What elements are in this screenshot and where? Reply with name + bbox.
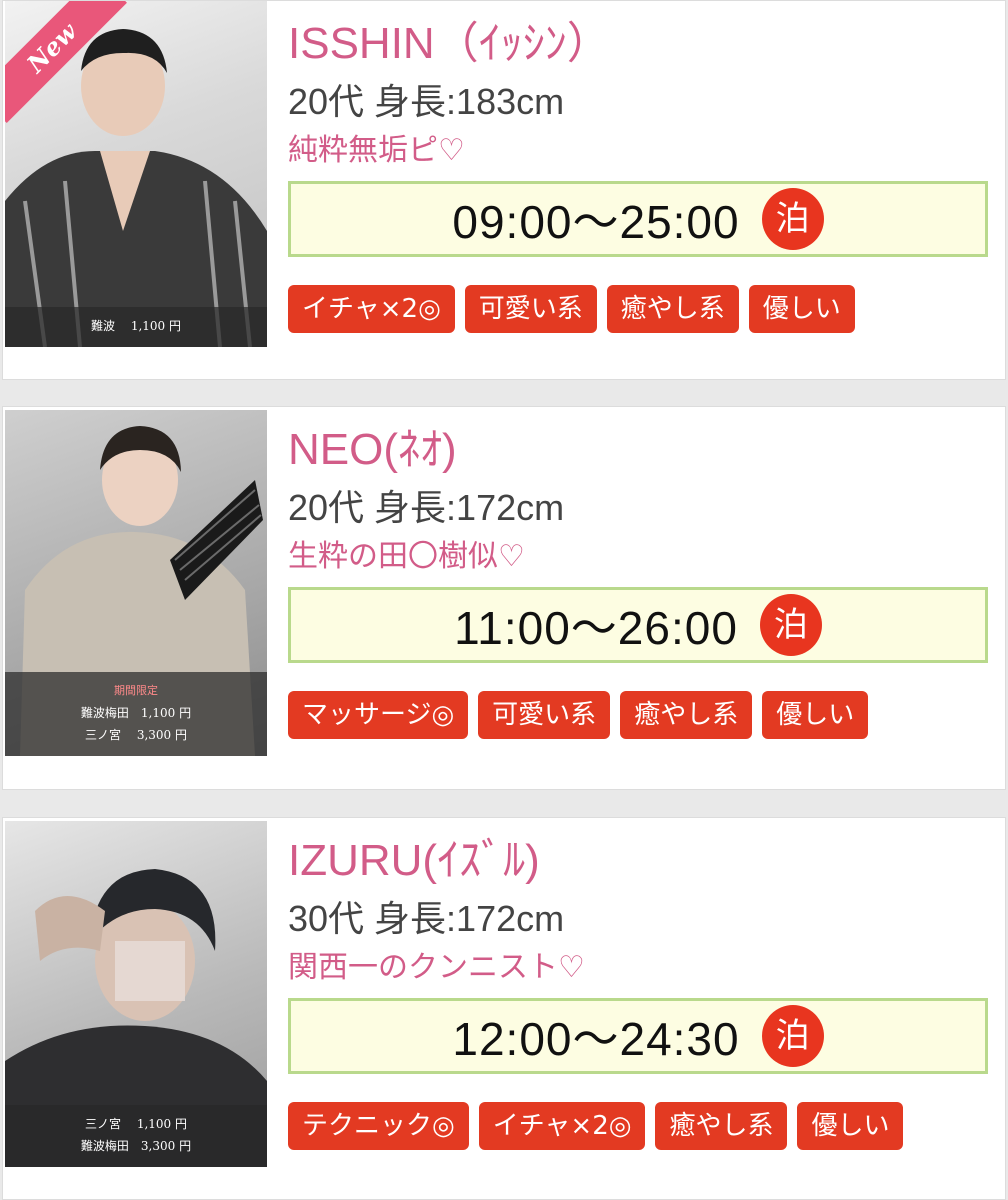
promo-label: 期間限定	[114, 684, 158, 697]
staff-info: ISSHIN（ｲｯｼﾝ） 20代 身長:183cm 純粋無垢ピ♡ 09:00〜2…	[288, 1, 988, 333]
schedule-time: 09:00〜25:00	[452, 196, 740, 248]
staff-name[interactable]: IZURU(ｲｽﾞﾙ)	[288, 832, 987, 890]
tag: マッサージ◎	[288, 691, 469, 739]
overnight-badge: 泊	[761, 1005, 824, 1067]
tag: イチャ×2◎	[288, 285, 455, 333]
tag-list: マッサージ◎ 可愛い系 癒やし系 優しい	[288, 691, 987, 739]
price-line: 難波梅田 3,300 円	[80, 1139, 192, 1153]
staff-stats: 30代 身長:172cm	[288, 898, 565, 939]
price-line: 三ノ宮 3,300 円	[85, 728, 187, 742]
tag: 優しい	[797, 1102, 904, 1150]
staff-card[interactable]: 期間限定 難波梅田 1,100 円 三ノ宮 3,300 円 NEO(ﾈｵ) 20…	[2, 406, 1006, 790]
overnight-badge: 泊	[759, 594, 822, 656]
staff-catchphrase: 純粋無垢ピ♡	[288, 133, 465, 168]
staff-photo[interactable]: New 難波 1,100 円	[5, 1, 267, 347]
price-overlay: 三ノ宮 1,100 円 難波梅田 3,300 円	[5, 1105, 267, 1167]
tag: 優しい	[762, 691, 869, 739]
staff-photo[interactable]: 三ノ宮 1,100 円 難波梅田 3,300 円	[5, 821, 267, 1167]
tag: 癒やし系	[606, 285, 739, 333]
staff-list: New 難波 1,100 円 ISSHIN（ｲｯｼﾝ） 20代 身長:183cm…	[0, 0, 1008, 1200]
schedule-time: 12:00〜24:30	[452, 1013, 740, 1065]
price-overlay: 難波 1,100 円	[5, 307, 267, 347]
tag: 癒やし系	[620, 691, 753, 739]
tag: 優しい	[748, 285, 855, 333]
schedule-box: 09:00〜25:00 泊	[288, 181, 988, 257]
tag: イチャ×2◎	[478, 1102, 646, 1150]
price-line: 難波梅田 1,100 円	[80, 706, 192, 720]
price-overlay: 期間限定 難波梅田 1,100 円 三ノ宮 3,300 円	[5, 672, 267, 756]
staff-catchphrase: 関西一のクンニスト♡	[288, 950, 585, 985]
staff-name[interactable]: NEO(ﾈｵ)	[288, 421, 987, 479]
price-line: 難波 1,100 円	[91, 319, 181, 333]
schedule-time: 11:00〜26:00	[454, 602, 738, 654]
tag: 可愛い系	[464, 285, 597, 333]
tag-list: テクニック◎ イチャ×2◎ 癒やし系 優しい	[288, 1102, 987, 1150]
staff-stats: 20代 身長:172cm	[288, 487, 565, 528]
tag: テクニック◎	[288, 1102, 469, 1150]
schedule-box: 12:00〜24:30 泊	[288, 998, 988, 1074]
overnight-badge: 泊	[761, 188, 824, 250]
tag: 癒やし系	[655, 1102, 788, 1150]
staff-card[interactable]: 三ノ宮 1,100 円 難波梅田 3,300 円 IZURU(ｲｽﾞﾙ) 30代…	[2, 817, 1006, 1200]
schedule-box: 11:00〜26:00 泊	[288, 587, 988, 663]
staff-card[interactable]: New 難波 1,100 円 ISSHIN（ｲｯｼﾝ） 20代 身長:183cm…	[2, 0, 1006, 380]
staff-photo[interactable]: 期間限定 難波梅田 1,100 円 三ノ宮 3,300 円	[5, 410, 267, 756]
staff-info: NEO(ﾈｵ) 20代 身長:172cm 生粋の田〇樹似♡ 11:00〜26:0…	[288, 407, 988, 739]
staff-info: IZURU(ｲｽﾞﾙ) 30代 身長:172cm 関西一のクンニスト♡ 12:0…	[288, 818, 988, 1150]
tag: 可愛い系	[478, 691, 611, 739]
staff-name[interactable]: ISSHIN（ｲｯｼﾝ）	[288, 15, 987, 73]
staff-stats: 20代 身長:183cm	[288, 81, 565, 122]
staff-catchphrase: 生粋の田〇樹似♡	[288, 539, 525, 574]
tag-list: イチャ×2◎ 可愛い系 癒やし系 優しい	[288, 285, 987, 333]
price-line: 三ノ宮 1,100 円	[85, 1117, 187, 1131]
